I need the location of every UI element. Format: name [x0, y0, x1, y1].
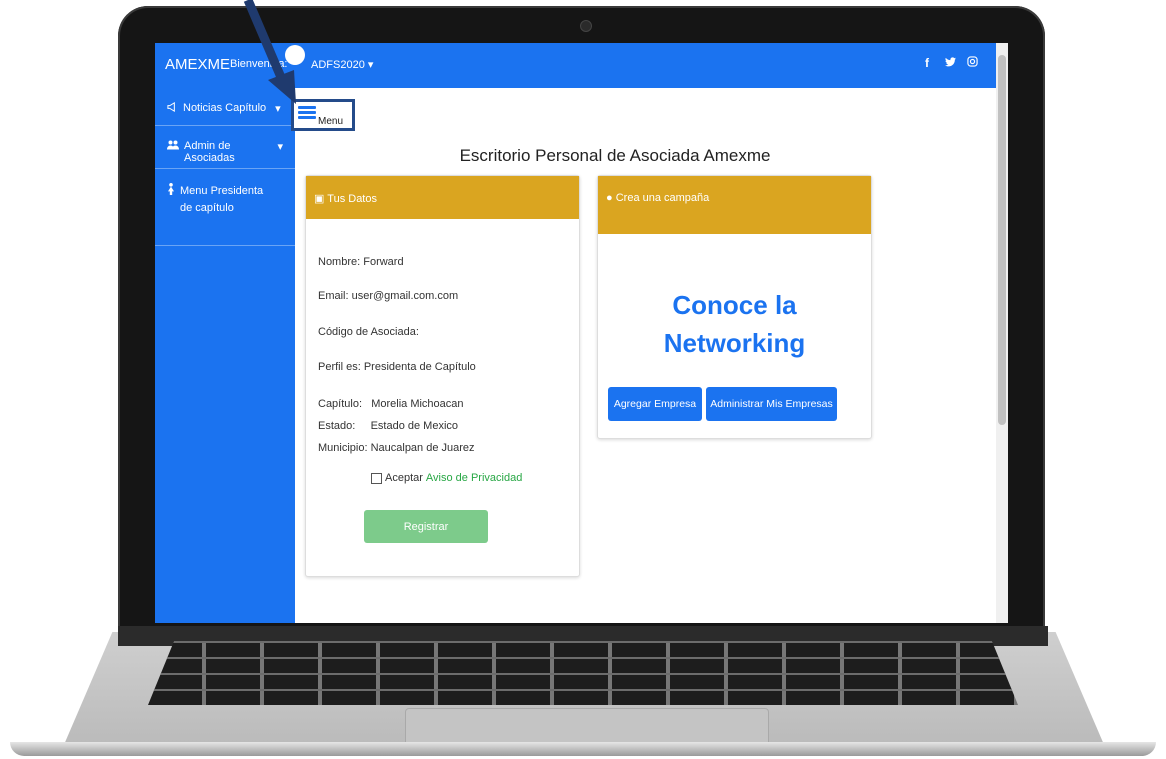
- field-estado: Estado: Estado de Mexico: [318, 420, 459, 432]
- brand-logo[interactable]: AMEXME: [165, 56, 230, 73]
- field-codigo: Código de Asociada:: [318, 326, 419, 338]
- webcam: [580, 20, 592, 32]
- field-capitulo: Capítulo: Morelia Michoacan: [318, 398, 464, 410]
- page-title: Escritorio Personal de Asociada Amexme: [225, 146, 1005, 166]
- laptop-front-edge: [10, 742, 1156, 756]
- trackpad: [405, 708, 769, 746]
- top-navbar: AMEXME Bienvenida: ADFS2020 ▾ f: [155, 43, 1008, 88]
- card-header: ● Crea una campaña: [598, 176, 871, 234]
- field-email: Email: user@gmail.com.com: [318, 290, 459, 302]
- card-header: ▣ Tus Datos: [306, 176, 579, 219]
- register-button[interactable]: Registrar: [364, 510, 488, 543]
- sidebar-item-menu-presidenta[interactable]: Menu Presidenta de capítulo: [155, 169, 295, 246]
- add-company-button[interactable]: Agregar Empresa: [608, 387, 702, 421]
- aceptar-label: Aceptar: [385, 472, 423, 484]
- user-menu[interactable]: ADFS2020 ▾: [311, 58, 373, 71]
- user-name: ADFS2020: [311, 59, 365, 71]
- promo-line-1: Conoce la: [672, 290, 797, 320]
- scrollbar[interactable]: [996, 43, 1008, 623]
- field-municipio: Municipio: Naucalpan de Juarez: [318, 442, 475, 454]
- facebook-icon[interactable]: f: [925, 56, 929, 70]
- users-icon: [167, 140, 179, 153]
- welcome-label: Bienvenida:: [230, 58, 288, 70]
- sidebar-item-noticias[interactable]: Noticias Capítulo ▾: [155, 88, 295, 126]
- female-icon: [167, 183, 175, 201]
- personal-data-card: ▣ Tus Datos Nombre: Forward Email: user@…: [305, 175, 580, 577]
- twitter-icon[interactable]: [945, 56, 956, 70]
- card-header-title: Crea una campaña: [615, 192, 710, 204]
- instagram-icon[interactable]: [967, 56, 978, 70]
- privacy-checkbox[interactable]: [371, 472, 382, 484]
- privacy-checkbox-row: Aceptar Aviso de Privacidad: [371, 472, 522, 484]
- scrollbar-thumb[interactable]: [998, 55, 1006, 425]
- privacy-link[interactable]: Aviso de Privacidad: [426, 472, 522, 484]
- manage-companies-button[interactable]: Administrar Mis Empresas: [706, 387, 837, 421]
- page-title-text: Escritorio Personal de Asociada Amexme: [459, 146, 771, 165]
- chevron-down-icon: ▾: [367, 59, 374, 71]
- caret-down-icon: ▾: [275, 103, 281, 115]
- sidebar-item-label: Menu Presidenta de capítulo: [180, 185, 264, 214]
- menu-label: Menu: [318, 116, 344, 127]
- promo-line-2: Networking: [663, 328, 806, 358]
- networking-promo: Conoce la Networking: [598, 286, 871, 362]
- id-card-icon: ▣: [314, 193, 325, 205]
- field-perfil: Perfil es: Presidenta de Capítulo: [318, 361, 476, 373]
- menu-toggle-button[interactable]: Menu: [291, 99, 355, 131]
- map-marker-icon: ●: [606, 192, 613, 204]
- megaphone-icon: [167, 101, 178, 115]
- campaign-card: ● Crea una campaña Conoce la Networking …: [597, 175, 872, 439]
- field-nombre: Nombre: Forward: [318, 256, 404, 268]
- hamburger-icon: [298, 104, 316, 122]
- sidebar-item-label: Noticias Capítulo: [183, 102, 267, 114]
- card-header-title: Tus Datos: [327, 193, 377, 205]
- screen: AMEXME Bienvenida: ADFS2020 ▾ f Noticias…: [155, 43, 1008, 623]
- avatar: [285, 45, 305, 65]
- keyboard-rows: [148, 641, 1018, 705]
- sidebar: Noticias Capítulo ▾ Admin de Asociadas ▾…: [155, 88, 295, 623]
